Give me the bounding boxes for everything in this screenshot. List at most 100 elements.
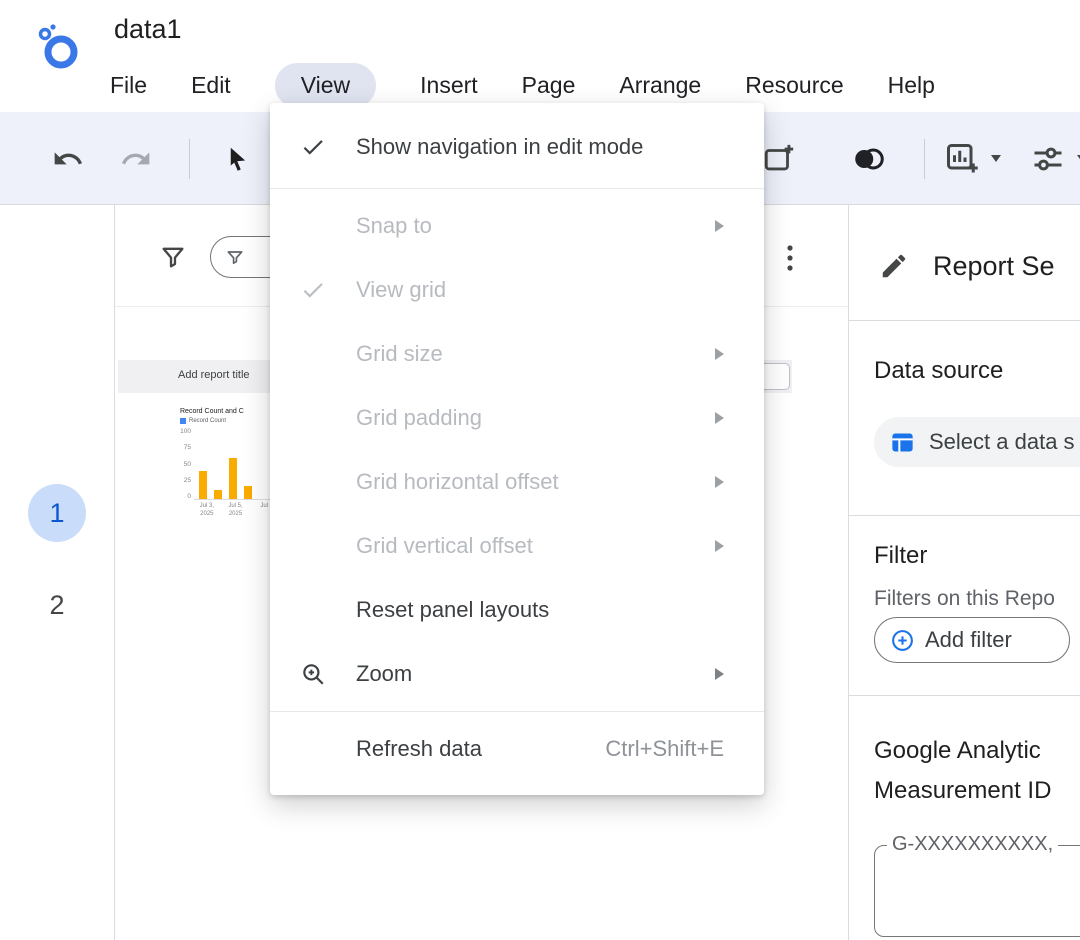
ga-measurement-heading: Google Analytic Measurement ID	[874, 731, 1051, 811]
add-control-icon	[1030, 141, 1066, 177]
y-tick-label: 75	[184, 444, 191, 451]
add-chart-button[interactable]	[944, 141, 1001, 177]
menu-item-label: Reset panel layouts	[356, 597, 549, 623]
menu-arrange[interactable]: Arrange	[619, 72, 701, 99]
toolbar-divider	[924, 139, 925, 179]
report-title[interactable]: data1	[114, 14, 182, 45]
menu-item-grid-padding: Grid padding	[270, 386, 764, 450]
menu-item-view-grid: View grid	[270, 258, 764, 322]
ga-input-label: G-XXXXXXXXXX,	[887, 833, 1058, 856]
filter-list-icon	[225, 247, 245, 267]
undo-button[interactable]	[52, 143, 84, 175]
dropdown-caret-icon	[991, 155, 1001, 162]
blend-icon	[850, 141, 886, 177]
menu-edit[interactable]: Edit	[191, 72, 231, 99]
menu-item-grid-size: Grid size	[270, 322, 764, 386]
menu-item-reset-panel-layouts[interactable]: Reset panel layouts	[270, 578, 764, 642]
check-icon	[300, 277, 356, 303]
blend-data-button[interactable]	[850, 141, 886, 177]
page-navigation: 1 2	[0, 205, 115, 940]
panel-divider	[849, 515, 1080, 516]
menu-item-grid-horizontal-offset: Grid horizontal offset	[270, 450, 764, 514]
report-settings-panel: Report Se Data source Select a data s Fi…	[848, 205, 1080, 940]
submenu-arrow-icon	[715, 412, 724, 424]
menu-insert[interactable]: Insert	[420, 72, 478, 99]
menu-item-label: Grid size	[356, 341, 443, 367]
add-chart-icon	[944, 141, 980, 177]
filter-description: Filters on this Repo	[874, 587, 1055, 611]
filter-icon[interactable]	[159, 243, 187, 274]
menu-item-shortcut: Ctrl+Shift+E	[605, 736, 724, 762]
menu-item-show-navigation[interactable]: Show navigation in edit mode	[270, 111, 764, 183]
redo-icon	[120, 143, 152, 175]
edit-pencil-icon	[879, 251, 909, 286]
chart-bar	[229, 458, 237, 499]
check-icon	[300, 134, 356, 160]
redo-button[interactable]	[120, 143, 152, 175]
menu-separator	[270, 188, 764, 189]
add-control-button[interactable]	[1030, 141, 1080, 177]
add-filter-label: Add filter	[925, 627, 1012, 653]
add-circle-icon	[890, 628, 915, 653]
menu-help[interactable]: Help	[888, 72, 935, 99]
page-item-1[interactable]: 1	[28, 484, 86, 542]
report-title-placeholder[interactable]: Add report title	[178, 369, 250, 381]
zoom-icon	[300, 661, 356, 687]
app-header: data1 File Edit View Insert Page Arrange…	[0, 0, 1080, 112]
panel-divider	[849, 320, 1080, 321]
submenu-arrow-icon	[715, 476, 724, 488]
x-tick-label: Jul 3, 2025	[195, 502, 219, 518]
select-tool-button[interactable]	[222, 144, 252, 174]
report-chart[interactable]: Record Count and C Record Count 100 75 50 2…	[180, 408, 276, 518]
add-filter-button[interactable]: Add filter	[874, 617, 1070, 663]
ga-heading-line2: Measurement ID	[874, 771, 1051, 811]
add-page-button[interactable]	[762, 142, 796, 176]
menu-item-zoom[interactable]: Zoom	[270, 642, 764, 706]
chart-plot: 100 75 50 25 0	[180, 428, 276, 500]
chart-x-labels: Jul 3, 2025Jul 5, 2025Jul	[180, 502, 276, 518]
menu-resource[interactable]: Resource	[745, 72, 843, 99]
select-data-source-label: Select a data s	[929, 429, 1075, 455]
ga-heading-line1: Google Analytic	[874, 731, 1051, 771]
menu-item-label: Grid padding	[356, 405, 482, 431]
add-page-icon	[762, 142, 796, 176]
chart-legend: Record Count	[180, 418, 276, 424]
chart-bars	[194, 428, 276, 500]
legend-marker	[180, 418, 186, 424]
filter-heading: Filter	[874, 542, 927, 570]
panel-title: Report Se	[933, 251, 1055, 282]
menu-item-label: Grid vertical offset	[356, 533, 533, 559]
menu-view[interactable]: View	[275, 63, 376, 108]
more-options-icon[interactable]	[787, 245, 793, 274]
chart-bar	[244, 486, 252, 499]
toolbar-divider	[189, 139, 190, 179]
y-tick-label: 100	[180, 428, 191, 435]
data-table-icon	[889, 429, 916, 456]
submenu-arrow-icon	[715, 220, 724, 232]
menu-item-snap-to: Snap to	[270, 194, 764, 258]
menu-file[interactable]: File	[110, 72, 147, 99]
menu-item-label: View grid	[356, 277, 446, 303]
cursor-icon	[222, 144, 252, 174]
menu-page[interactable]: Page	[522, 72, 576, 99]
page-item-2[interactable]: 2	[28, 576, 86, 634]
y-tick-label: 0	[187, 493, 191, 500]
menu-item-label: Zoom	[356, 661, 412, 687]
menu-item-label: Refresh data	[356, 736, 482, 762]
ga-measurement-id-input[interactable]: G-XXXXXXXXXX,	[874, 845, 1080, 937]
menubar: File Edit View Insert Page Arrange Resou…	[110, 62, 935, 108]
menu-item-label: Grid horizontal offset	[356, 469, 559, 495]
submenu-arrow-icon	[715, 668, 724, 680]
y-tick-label: 50	[184, 461, 191, 468]
menu-item-refresh-data[interactable]: Refresh data Ctrl+Shift+E	[270, 717, 764, 781]
menu-item-label: Snap to	[356, 213, 432, 239]
data-source-heading: Data source	[874, 357, 1003, 385]
panel-divider	[849, 695, 1080, 696]
legend-label: Record Count	[189, 418, 226, 424]
undo-icon	[52, 143, 84, 175]
y-tick-label: 25	[184, 477, 191, 484]
looker-studio-logo-icon	[34, 22, 82, 72]
chart-title: Record Count and C	[180, 408, 276, 415]
chart-bar	[199, 471, 207, 499]
select-data-source-button[interactable]: Select a data s	[874, 417, 1080, 467]
